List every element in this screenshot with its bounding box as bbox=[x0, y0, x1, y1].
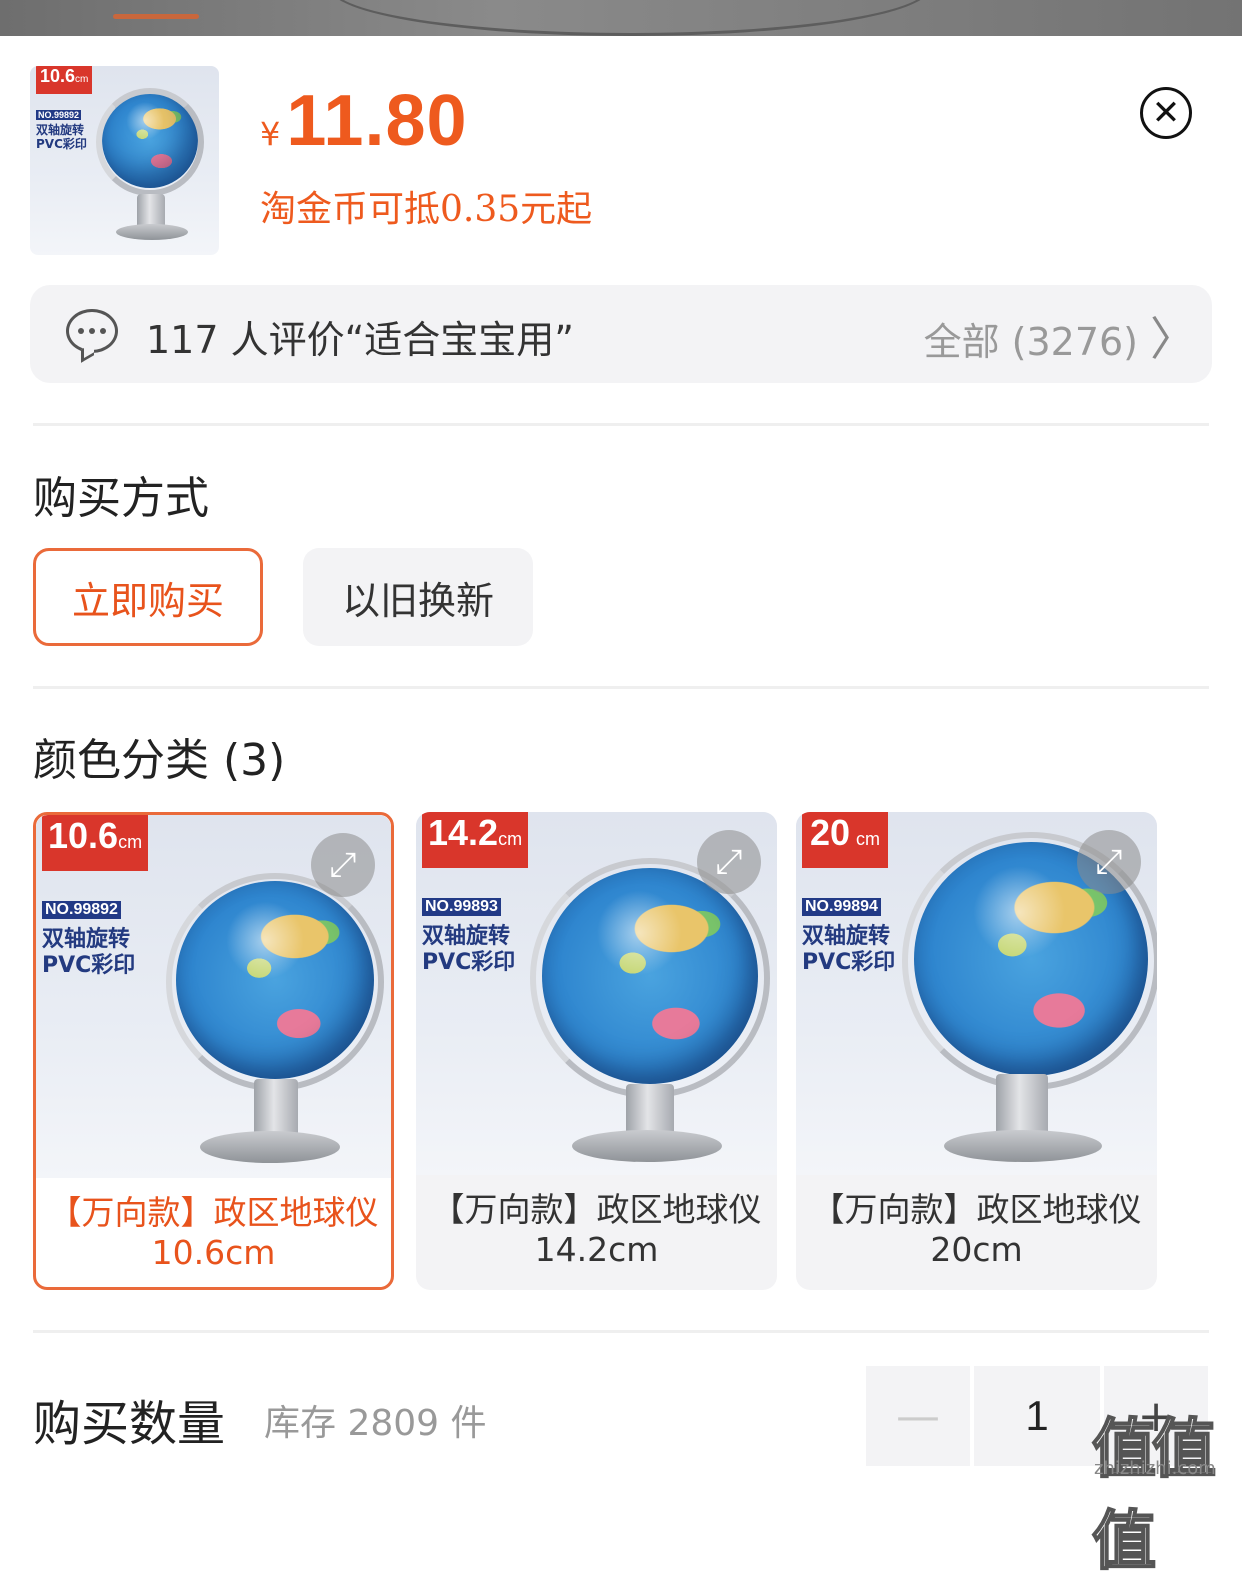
variant-card-14-2[interactable]: 14.2 cm NO.99893 双轴旋转 PVC彩印 ⤢ 【万向款】政区地球仪 1… bbox=[416, 812, 777, 1290]
divider bbox=[33, 1330, 1209, 1333]
model-number: NO.99892 bbox=[36, 110, 82, 120]
expand-icon[interactable]: ⤢ bbox=[1077, 830, 1141, 894]
globe-ring bbox=[530, 858, 770, 1098]
chevron-right-icon[interactable]: 〉 bbox=[1150, 303, 1196, 369]
feature-text: 双轴旋转 PVC彩印 bbox=[422, 924, 516, 976]
globe-base bbox=[200, 1131, 340, 1163]
option-trade-in[interactable]: 以旧换新 bbox=[303, 548, 533, 646]
variant-image: 10.6 cm NO.99892 双轴旋转 PVC彩印 ⤢ bbox=[36, 815, 391, 1178]
globe-base bbox=[944, 1130, 1102, 1162]
purchase-method-title: 购买方式 bbox=[33, 473, 209, 524]
model-number: NO.99893 bbox=[422, 898, 501, 916]
quantity-title: 购买数量 bbox=[33, 1396, 226, 1452]
variant-card-10-6[interactable]: 10.6 cm NO.99892 双轴旋转 PVC彩印 ⤢ 【万向款】政区地球仪 1… bbox=[33, 812, 394, 1290]
feature-text: 双轴旋转 PVC彩印 bbox=[802, 924, 896, 976]
quantity-value[interactable]: 1 bbox=[974, 1366, 1100, 1466]
product-thumbnail[interactable]: 10.6 cm NO.99892 双轴旋转 PVC彩印 bbox=[30, 66, 219, 255]
sheet-handle[interactable] bbox=[113, 14, 199, 19]
variant-label: 【万向款】政区地球仪 20cm bbox=[811, 1190, 1142, 1269]
feature-text: 双轴旋转 PVC彩印 bbox=[42, 927, 136, 979]
size-badge: 10.6 cm bbox=[36, 66, 93, 94]
variant-image: 14.2 cm NO.99893 双轴旋转 PVC彩印 ⤢ bbox=[416, 812, 777, 1175]
watermark-url: zhizhizhi.com bbox=[1094, 1458, 1216, 1479]
chat-bubble-icon bbox=[66, 309, 118, 353]
expand-icon[interactable]: ⤢ bbox=[697, 830, 761, 894]
close-icon[interactable]: ✕ bbox=[1140, 87, 1192, 139]
divider bbox=[33, 423, 1209, 426]
size-badge: 10.6 cm bbox=[42, 815, 149, 871]
variant-label: 【万向款】政区地球仪 10.6cm bbox=[48, 1193, 379, 1272]
model-number: NO.99892 bbox=[42, 901, 121, 919]
size-badge: 14.2 cm bbox=[422, 812, 529, 868]
globe-ring bbox=[96, 88, 204, 196]
price: ¥ 11.80 bbox=[260, 81, 468, 161]
coin-discount-note: 淘金币可抵0.35元起 bbox=[260, 189, 593, 230]
expand-icon[interactable]: ⤢ bbox=[311, 833, 375, 897]
feature-text: 双轴旋转 PVC彩印 bbox=[36, 123, 87, 152]
option-buy-now[interactable]: 立即购买 bbox=[33, 548, 263, 646]
background-overlay bbox=[0, 0, 1242, 36]
background-shape bbox=[330, 0, 930, 36]
watermark-logo: 值值值 bbox=[1091, 1412, 1217, 1580]
review-summary-text: 117 人评价“适合宝宝用” bbox=[146, 318, 574, 362]
model-number: NO.99894 bbox=[802, 898, 881, 916]
stock-count: 库存 2809 件 bbox=[264, 1403, 487, 1444]
variant-label: 【万向款】政区地球仪 14.2cm bbox=[431, 1190, 762, 1269]
variant-card-20[interactable]: 20 cm NO.99894 双轴旋转 PVC彩印 ⤢ 【万向款】政区地球仪 20c… bbox=[796, 812, 1157, 1290]
globe-ring bbox=[166, 873, 384, 1091]
globe-base bbox=[116, 224, 188, 240]
all-reviews-count[interactable]: 全部 (3276) bbox=[924, 311, 1138, 366]
review-summary-bar[interactable]: 117 人评价“适合宝宝用” 全部 (3276) 〉 bbox=[30, 285, 1212, 383]
globe-base bbox=[572, 1130, 722, 1162]
divider bbox=[33, 686, 1209, 689]
decrement-button[interactable]: — bbox=[866, 1366, 970, 1466]
color-category-title: 颜色分类 (3) bbox=[33, 735, 286, 786]
variant-image: 20 cm NO.99894 双轴旋转 PVC彩印 ⤢ bbox=[796, 812, 1157, 1175]
size-badge: 20 cm bbox=[802, 812, 889, 868]
price-amount: 11.80 bbox=[286, 81, 468, 161]
